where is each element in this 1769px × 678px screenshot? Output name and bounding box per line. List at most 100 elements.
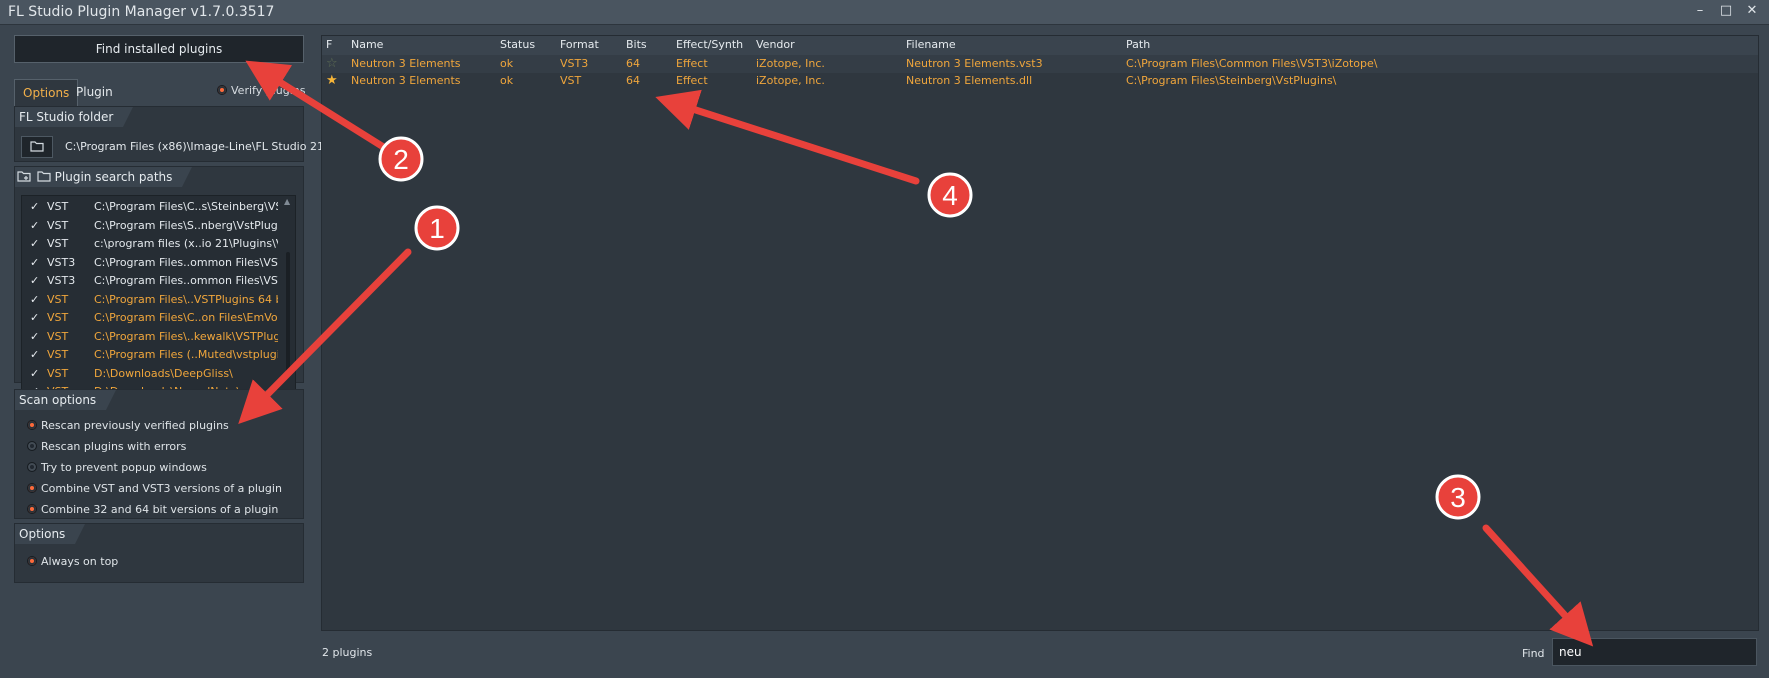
search-path-row[interactable]: ✓ VST C:\Program Files (..Muted\vstplugins…: [22, 346, 295, 365]
tab-row: Options Plugin Verify plugins: [14, 79, 305, 107]
option-toggle[interactable]: Rescan plugins with errors: [15, 436, 303, 457]
search-path-type: VST: [47, 218, 69, 232]
check-icon[interactable]: ✓: [30, 272, 39, 291]
option-label: Combine VST and VST3 versions of a plugi…: [41, 482, 282, 495]
radio-icon: [27, 504, 37, 514]
options-section: Options Always on top: [14, 523, 304, 583]
col-header-fav[interactable]: F: [326, 38, 332, 51]
search-path-type: VST: [47, 348, 69, 361]
fl-studio-folder-heading: FL Studio folder: [15, 107, 134, 127]
col-header-name[interactable]: Name: [351, 38, 383, 51]
search-path-row[interactable]: ✓ VST c:\program files (x..io 21\Plugins\V…: [22, 235, 295, 254]
search-path-row[interactable]: ✓ VST D:\Downloads\DeepGliss\: [22, 365, 295, 384]
favorite-star-icon[interactable]: ☆: [326, 56, 338, 71]
search-path-value: C:\Program Files (..Muted\vstplugins\: [94, 348, 278, 361]
left-panel: Find installed plugins Options Plugin Ve…: [14, 35, 305, 107]
check-icon[interactable]: ✓: [30, 309, 39, 328]
option-toggle[interactable]: Rescan previously verified plugins: [15, 415, 303, 436]
option-label: Always on top: [41, 555, 119, 568]
check-icon[interactable]: ✓: [30, 328, 39, 347]
window-title: FL Studio Plugin Manager v1.7.0.3517: [8, 4, 275, 20]
fl-studio-folder-section: FL Studio folder C:\Program Files (x86)\…: [14, 106, 328, 162]
search-path-value: C:\Program Files..ommon Files\VST3\: [94, 274, 278, 287]
search-path-value: c:\program files (x..io 21\Plugins\VST\: [94, 237, 278, 250]
search-path-row[interactable]: ✓ VST3 C:\Program Files..ommon Files\VST3\: [22, 272, 295, 291]
minimize-icon[interactable]: –: [1693, 3, 1707, 19]
favorite-star-icon[interactable]: ★: [326, 73, 338, 88]
title-bar: FL Studio Plugin Manager v1.7.0.3517 – □…: [0, 0, 1769, 25]
search-path-row[interactable]: ✓ VST C:\Program Files\..VSTPlugins 64 bit…: [22, 291, 295, 310]
search-path-value: C:\Program Files\..VSTPlugins 64 bit\: [94, 292, 278, 306]
option-label: Combine 32 and 64 bit versions of a plug…: [41, 503, 279, 516]
option-toggle[interactable]: Combine 32 and 64 bit versions of a plug…: [15, 499, 303, 520]
scrollbar-thumb[interactable]: [286, 252, 290, 372]
search-path-value: C:\Program Files\S..nberg\VstPlugins\: [94, 218, 278, 232]
radio-icon: [27, 556, 37, 566]
verify-radio-icon: [217, 85, 227, 95]
fl-folder-path: C:\Program Files (x86)\Image-Line\FL Stu…: [65, 140, 328, 153]
search-path-row[interactable]: ✓ VST3 C:\Program Files..ommon Files\VST3\: [22, 254, 295, 273]
check-icon[interactable]: ✓: [30, 198, 39, 217]
find-input[interactable]: [1552, 638, 1757, 666]
table-row[interactable]: ★ Neutron 3 Elements ok VST 64 Effect iZotope,…: [322, 72, 1758, 90]
path-list-scrollbar[interactable]: ▲ ▼: [284, 197, 291, 403]
col-header-vendor[interactable]: Vendor: [756, 38, 795, 51]
scan-options-section: Scan options Rescan previously verified …: [14, 389, 304, 519]
option-label: Try to prevent popup windows: [41, 461, 207, 474]
col-header-status[interactable]: Status: [500, 38, 535, 51]
search-path-type: VST: [47, 329, 69, 343]
scan-options-heading: Scan options: [15, 390, 117, 410]
check-icon[interactable]: ✓: [30, 291, 39, 310]
scroll-up-icon[interactable]: ▲: [284, 197, 290, 206]
find-installed-plugins-button[interactable]: Find installed plugins: [14, 35, 304, 63]
tab-plugin[interactable]: Plugin: [68, 79, 121, 105]
check-icon[interactable]: ✓: [30, 365, 39, 384]
browse-folder-button[interactable]: [21, 136, 53, 158]
option-toggle[interactable]: Try to prevent popup windows: [15, 457, 303, 478]
check-icon[interactable]: ✓: [30, 235, 39, 254]
cell-vendor: iZotope, Inc.: [756, 74, 825, 87]
search-path-value: C:\Program Files\C..on Files\EmVoice\: [94, 311, 278, 324]
search-path-type: VST3: [47, 255, 76, 269]
option-toggle[interactable]: Combine VST and VST3 versions of a plugi…: [15, 478, 303, 499]
radio-icon: [27, 462, 37, 472]
option-toggle[interactable]: Always on top: [15, 551, 303, 572]
table-row[interactable]: ☆ Neutron 3 Elements ok VST3 64 Effect iZotope…: [322, 55, 1758, 73]
radio-icon: [27, 441, 37, 451]
cell-name: Neutron 3 Elements: [351, 74, 461, 87]
col-header-bits[interactable]: Bits: [626, 38, 647, 51]
option-label: Rescan previously verified plugins: [41, 419, 229, 432]
col-header-path[interactable]: Path: [1126, 38, 1150, 51]
verify-plugins-toggle[interactable]: Verify plugins: [217, 84, 305, 97]
search-path-type: VST: [47, 311, 69, 324]
maximize-icon[interactable]: □: [1719, 3, 1733, 19]
search-path-row[interactable]: ✓ VST C:\Program Files\C..on Files\EmVoice…: [22, 309, 295, 328]
search-path-row[interactable]: ✓ VST C:\Program Files\C..s\Steinberg\VST2…: [22, 198, 295, 217]
cell-path: C:\Program Files\Steinberg\VstPlugins\: [1126, 74, 1337, 87]
remove-folder-icon[interactable]: [37, 171, 51, 182]
verify-plugins-label: Verify plugins: [231, 84, 306, 97]
search-path-row[interactable]: ✓ VST C:\Program Files\S..nberg\VstPlugins…: [22, 217, 295, 236]
radio-icon: [27, 420, 37, 430]
scan-options-list: Rescan previously verified plugins Rescan…: [15, 415, 303, 520]
col-header-effect-synth[interactable]: Effect/Synth: [676, 38, 743, 51]
check-icon[interactable]: ✓: [30, 217, 39, 236]
col-header-filename[interactable]: Filename: [906, 38, 956, 51]
plugin-search-paths-title: Plugin search paths: [54, 170, 173, 184]
cell-type: Effect: [676, 74, 708, 87]
options-list: Always on top: [15, 551, 303, 572]
find-label: Find: [1522, 647, 1545, 660]
col-header-format[interactable]: Format: [560, 38, 599, 51]
search-path-value: C:\Program Files\..kewalk\VSTPlugins\: [94, 329, 278, 343]
add-folder-icon[interactable]: [17, 171, 31, 182]
close-icon[interactable]: ✕: [1745, 3, 1759, 19]
cell-status: ok: [500, 57, 514, 70]
radio-icon: [27, 483, 37, 493]
cell-path: C:\Program Files\Common Files\VST3\iZoto…: [1126, 57, 1378, 70]
check-icon[interactable]: ✓: [30, 346, 39, 365]
search-path-row[interactable]: ✓ VST C:\Program Files\..kewalk\VSTPlugins…: [22, 328, 295, 347]
check-icon[interactable]: ✓: [30, 254, 39, 273]
search-path-value: C:\Program Files..ommon Files\VST3\: [94, 255, 278, 269]
search-path-value: D:\Downloads\DeepGliss\: [94, 366, 233, 380]
cell-vendor: iZotope, Inc.: [756, 57, 825, 70]
